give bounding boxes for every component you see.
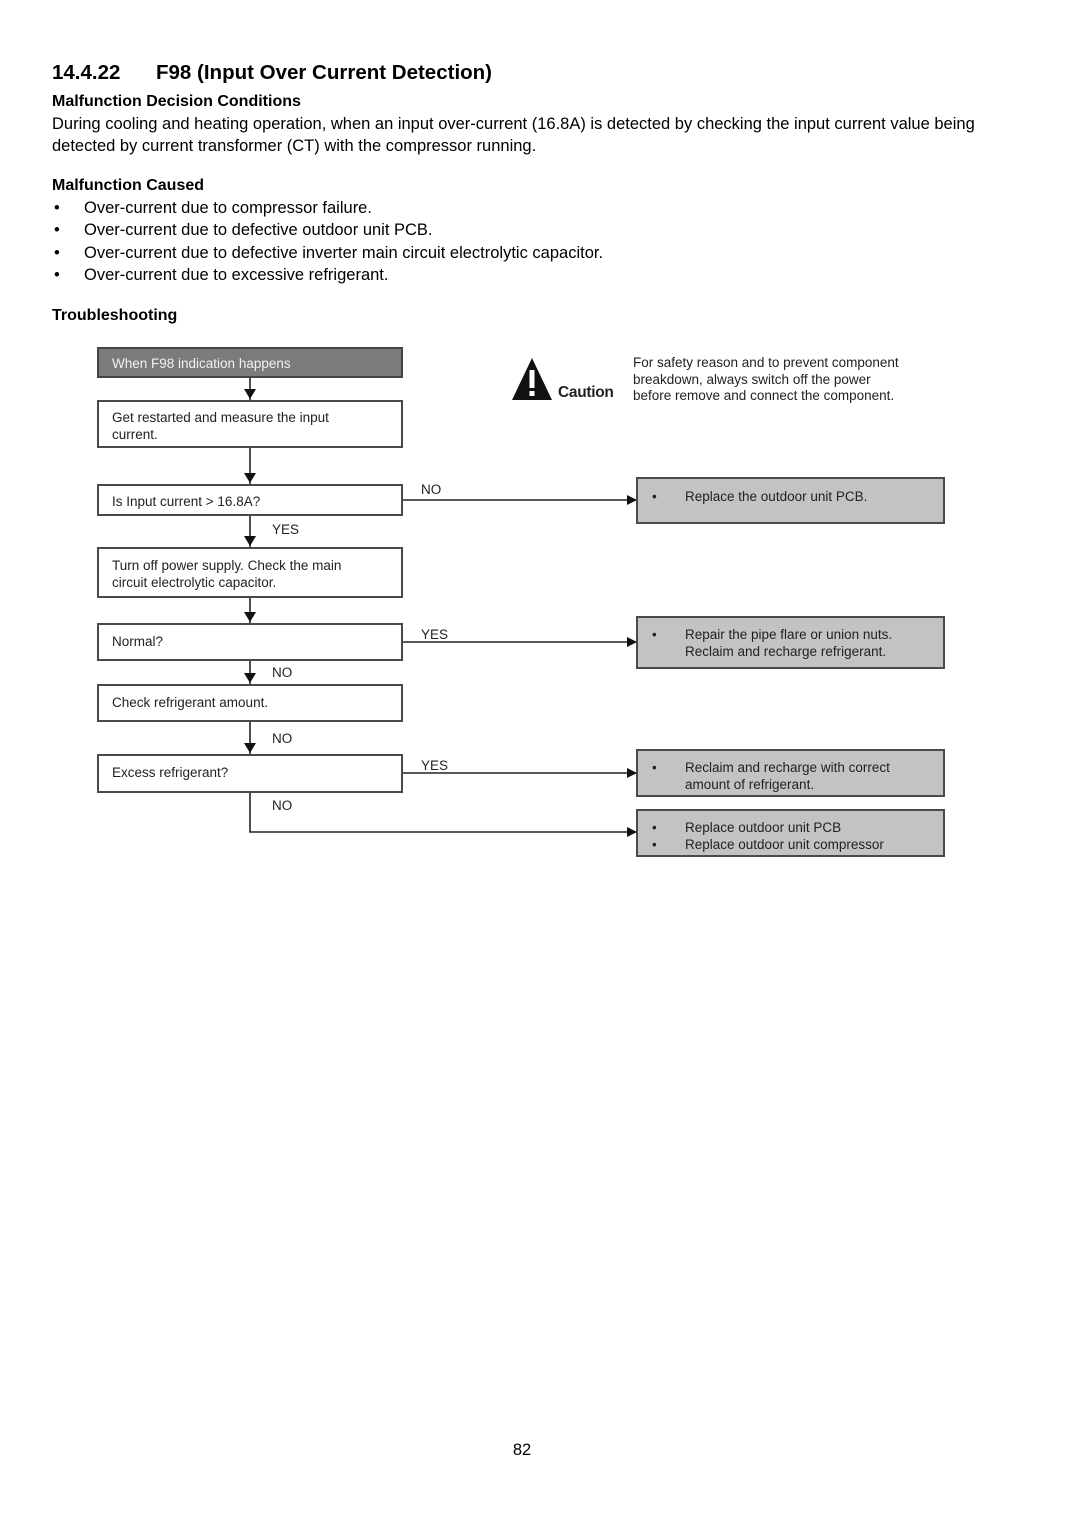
bullet-icon: • xyxy=(652,820,657,835)
result-box-repair-pipe: • Repair the pipe flare or union nuts. Rec… xyxy=(636,616,945,669)
list-item: • Replace outdoor unit compressor xyxy=(652,837,884,852)
warning-triangle-icon xyxy=(512,358,552,400)
flow-step-check-capacitor: Turn off power supply. Check the main ci… xyxy=(97,547,403,598)
result-box-replace-pcb-compressor: • Replace outdoor unit PCB • Replace outdo… xyxy=(636,809,945,857)
list-item: • Repair the pipe flare or union nuts. Rec… xyxy=(652,627,893,659)
list-item: • Reclaim and recharge with correct amount… xyxy=(652,760,890,792)
branch-label-no: NO xyxy=(421,482,442,497)
bullet-icon: • xyxy=(652,760,657,775)
branch-label-yes: YES xyxy=(272,522,300,537)
bullet-icon: • xyxy=(652,489,657,504)
flow-step-measure-current: Get restarted and measure the input curr… xyxy=(97,400,403,448)
flow-decision-normal: Normal? xyxy=(97,623,403,661)
branch-label-no: NO xyxy=(272,798,293,813)
bullet-icon: • xyxy=(652,627,657,642)
branch-label-yes: YES xyxy=(421,758,449,773)
caution-text: For safety reason and to prevent compone… xyxy=(633,355,899,404)
flow-decision-input-current: Is Input current > 16.8A? xyxy=(97,484,403,516)
arrow-excess-no xyxy=(249,793,637,837)
list-item: • Replace outdoor unit PCB xyxy=(652,820,842,835)
branch-label-no: NO xyxy=(272,665,293,680)
result-box-replace-pcb: • Replace the outdoor unit PCB. xyxy=(636,477,945,524)
flow-step-start: When F98 indication happens xyxy=(97,347,403,378)
list-item: • Replace the outdoor unit PCB. xyxy=(652,489,868,504)
caution-label: Caution xyxy=(558,384,614,401)
flow-step-check-refrigerant: Check refrigerant amount. xyxy=(97,684,403,722)
page-number: 82 xyxy=(512,1441,532,1459)
bullet-icon: • xyxy=(652,837,657,852)
branch-label-yes: YES xyxy=(421,627,449,642)
flow-decision-excess-refrigerant: Excess refrigerant? xyxy=(97,754,403,793)
branch-label-no: NO xyxy=(272,731,293,746)
result-box-reclaim-recharge: • Reclaim and recharge with correct amount… xyxy=(636,749,945,797)
